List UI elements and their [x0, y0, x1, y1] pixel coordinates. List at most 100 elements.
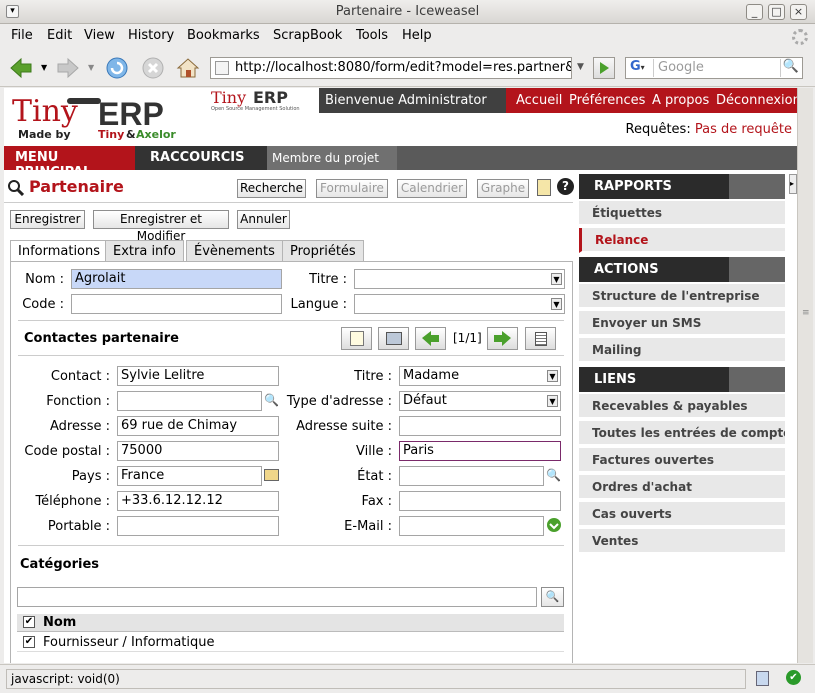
- contact-field[interactable]: Sylvie Lelitre: [117, 366, 279, 386]
- forward-dropdown-icon[interactable]: ▼: [88, 63, 94, 72]
- small-logo-erp: ERP: [253, 88, 288, 107]
- categories-search-button[interactable]: 🔍: [541, 587, 564, 607]
- titre-select[interactable]: ▼: [354, 269, 565, 289]
- requests-link[interactable]: Pas de requête: [695, 122, 792, 137]
- tab-informations[interactable]: Informations: [10, 240, 109, 262]
- next-contact-button[interactable]: [487, 327, 518, 350]
- page-scrollbar[interactable]: ≡: [797, 88, 813, 663]
- reload-icon[interactable]: [104, 55, 130, 81]
- sidebar-item-mailing[interactable]: Mailing: [579, 338, 785, 363]
- ville-field[interactable]: Paris: [399, 441, 561, 461]
- url-dropdown-icon[interactable]: ▼: [577, 62, 584, 72]
- menu-edit[interactable]: Edit: [47, 28, 72, 43]
- url-input[interactable]: http://localhost:8080/form/edit?model=re…: [210, 57, 572, 79]
- search-icon[interactable]: 🔍: [264, 393, 279, 407]
- maximize-button[interactable]: □: [768, 4, 785, 20]
- menu-scrapbook[interactable]: ScrapBook: [273, 28, 342, 43]
- folder-icon[interactable]: [264, 469, 279, 481]
- scrapbook-icon[interactable]: [756, 671, 769, 686]
- email-field[interactable]: [399, 516, 544, 536]
- menu-view[interactable]: View: [84, 28, 115, 43]
- sidebar-item-structure[interactable]: Structure de l'entreprise: [579, 284, 785, 309]
- shortcuts-tab[interactable]: RACCOURCIS: [135, 146, 267, 170]
- save-button[interactable]: Enregistrer: [10, 210, 85, 229]
- fonction-field[interactable]: [117, 391, 262, 411]
- telephone-field[interactable]: +33.6.12.12.12: [117, 491, 279, 511]
- sidebar-item-entrees-compte[interactable]: Toutes les entrées de compte: [579, 421, 785, 446]
- sidebar-item-relance[interactable]: Relance: [579, 228, 785, 253]
- arrow-right-icon: [494, 331, 511, 346]
- rapports-title: RAPPORTS: [594, 179, 672, 194]
- sidebar-item-recevables[interactable]: Recevables & payables: [579, 394, 785, 419]
- sidebar-item-ordres-achat[interactable]: Ordres d'achat: [579, 475, 785, 500]
- sidebar-item-ventes[interactable]: Ventes: [579, 529, 785, 554]
- search-input[interactable]: G▾ Google 🔍: [625, 57, 803, 79]
- table-row[interactable]: ✔ Fournisseur / Informatique: [17, 633, 564, 652]
- link-deconnexion[interactable]: Déconnexion: [716, 93, 797, 108]
- row-checkbox[interactable]: ✔: [23, 636, 35, 648]
- link-preferences[interactable]: Préférences: [569, 93, 645, 108]
- link-apropos[interactable]: A propos: [652, 93, 709, 108]
- home-icon[interactable]: [175, 55, 201, 81]
- sidebar-item-cas-ouverts[interactable]: Cas ouverts: [579, 502, 785, 527]
- send-email-icon[interactable]: [545, 516, 563, 534]
- back-dropdown-icon[interactable]: ▼: [41, 63, 47, 72]
- main-menu-tab[interactable]: MENU PRINCIPAL: [4, 146, 135, 180]
- categories-section-title: Catégories: [20, 557, 100, 572]
- categories-search-field[interactable]: [17, 587, 537, 607]
- go-button[interactable]: [593, 57, 615, 79]
- adresse-field[interactable]: 69 rue de Chimay: [117, 416, 279, 436]
- previous-contact-button[interactable]: [415, 327, 446, 350]
- minimize-button[interactable]: _: [746, 4, 763, 20]
- menu-bookmarks[interactable]: Bookmarks: [187, 28, 260, 43]
- search-magnifier-icon[interactable]: 🔍: [780, 59, 801, 77]
- menu-file[interactable]: File: [11, 28, 33, 43]
- tinyerp-logo[interactable]: Tiny ERP Made by Tiny & Axelor: [12, 94, 202, 142]
- list-view-button[interactable]: [525, 327, 556, 350]
- etat-field[interactable]: [399, 466, 544, 486]
- contact-titre-select[interactable]: Madame ▼: [399, 366, 561, 386]
- help-icon[interactable]: ?: [557, 178, 574, 195]
- new-contact-button[interactable]: [341, 327, 372, 350]
- link-accueil[interactable]: Accueil: [516, 93, 562, 108]
- fax-field[interactable]: [399, 491, 561, 511]
- adresse-suite-field[interactable]: [399, 416, 561, 436]
- page-icon: [215, 61, 229, 75]
- code-field[interactable]: [71, 294, 282, 314]
- shortcut-membre-projet[interactable]: Membre du projet: [267, 146, 397, 170]
- pays-field[interactable]: France: [117, 466, 262, 486]
- google-engine-icon[interactable]: G▾: [628, 59, 654, 77]
- select-all-checkbox[interactable]: ✔: [23, 616, 35, 628]
- sidebar-item-etiquettes[interactable]: Étiquettes: [579, 201, 785, 226]
- save-edit-button[interactable]: Enregistrer et Modifier: [93, 210, 229, 243]
- tab-proprietes[interactable]: Propriétés: [282, 240, 364, 261]
- delete-contact-button[interactable]: [378, 327, 409, 350]
- nom-field[interactable]: Agrolait: [71, 269, 282, 289]
- view-calendrier-button[interactable]: Calendrier: [397, 179, 467, 198]
- view-graphe-button[interactable]: Graphe: [477, 179, 529, 198]
- sidebar-item-factures[interactable]: Factures ouvertes: [579, 448, 785, 473]
- status-ok-icon[interactable]: ✔: [786, 670, 801, 685]
- langue-select[interactable]: ▼: [354, 294, 565, 314]
- type-adresse-select[interactable]: Défaut ▼: [399, 391, 561, 411]
- search-icon[interactable]: 🔍: [546, 468, 561, 482]
- forward-icon[interactable]: [55, 55, 81, 81]
- tab-evenements[interactable]: Évènements: [186, 240, 283, 261]
- new-document-icon: [350, 331, 364, 346]
- stop-icon[interactable]: [140, 55, 166, 81]
- column-nom[interactable]: Nom: [43, 615, 76, 630]
- menu-tools[interactable]: Tools: [356, 28, 388, 43]
- sidebar-toggle-icon[interactable]: ▸: [789, 174, 797, 194]
- menu-history[interactable]: History: [128, 28, 174, 43]
- sidebar-item-sms[interactable]: Envoyer un SMS: [579, 311, 785, 336]
- view-recherche-button[interactable]: Recherche: [237, 179, 306, 198]
- code-postal-field[interactable]: 75000: [117, 441, 279, 461]
- clipboard-icon[interactable]: [537, 179, 551, 196]
- portable-field[interactable]: [117, 516, 279, 536]
- close-button[interactable]: ×: [790, 4, 807, 20]
- cancel-button[interactable]: Annuler: [237, 210, 290, 229]
- menu-help[interactable]: Help: [402, 28, 432, 43]
- back-icon[interactable]: [8, 55, 34, 81]
- view-formulaire-button[interactable]: Formulaire: [316, 179, 388, 198]
- tab-extra-info[interactable]: Extra info: [105, 240, 184, 261]
